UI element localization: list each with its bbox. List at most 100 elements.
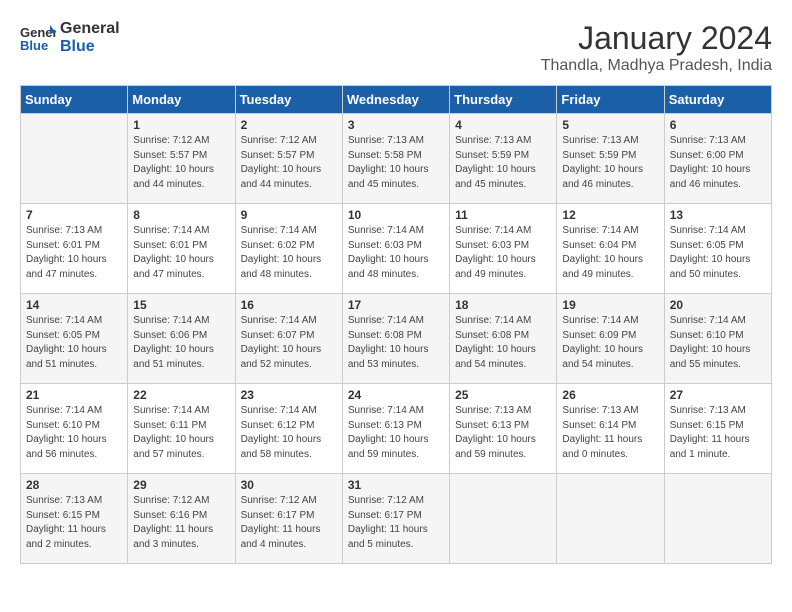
day-info: Sunrise: 7:14 AM Sunset: 6:13 PM Dayligh… (348, 404, 444, 462)
calendar-cell: 3 Sunrise: 7:13 AM Sunset: 5:58 PM Daylig… (342, 114, 449, 204)
day-info: Sunrise: 7:13 AM Sunset: 6:14 PM Dayligh… (562, 404, 658, 462)
day-info: Sunrise: 7:14 AM Sunset: 6:08 PM Dayligh… (455, 314, 551, 372)
day-info: Sunrise: 7:14 AM Sunset: 6:02 PM Dayligh… (241, 224, 337, 282)
calendar-cell: 31 Sunrise: 7:12 AM Sunset: 6:17 PM Dayli… (342, 474, 449, 564)
week-row-4: 21 Sunrise: 7:14 AM Sunset: 6:10 PM Dayli… (21, 384, 772, 474)
calendar-cell: 14 Sunrise: 7:14 AM Sunset: 6:05 PM Dayli… (21, 294, 128, 384)
calendar-cell: 19Sunrise: 7:14 AM Sunset: 6:09 PM Dayli… (557, 294, 664, 384)
day-info: Sunrise: 7:12 AM Sunset: 6:17 PM Dayligh… (241, 494, 337, 552)
day-info: Sunrise: 7:14 AM Sunset: 6:01 PM Dayligh… (133, 224, 229, 282)
day-number: 15 (133, 298, 229, 312)
calendar-cell: 26 Sunrise: 7:13 AM Sunset: 6:14 PM Dayli… (557, 384, 664, 474)
calendar-cell (664, 474, 771, 564)
day-info: Sunrise: 7:14 AM Sunset: 6:05 PM Dayligh… (26, 314, 122, 372)
day-number: 8 (133, 208, 229, 222)
calendar-cell: 5Sunrise: 7:13 AM Sunset: 5:59 PM Daylig… (557, 114, 664, 204)
day-number: 29 (133, 478, 229, 492)
day-number: 25 (455, 388, 551, 402)
day-info: Sunrise: 7:13 AM Sunset: 6:15 PM Dayligh… (26, 494, 122, 552)
day-info: Sunrise: 7:13 AM Sunset: 6:01 PM Dayligh… (26, 224, 122, 282)
logo-text-general: General (60, 20, 120, 38)
day-info: Sunrise: 7:13 AM Sunset: 6:13 PM Dayligh… (455, 404, 551, 462)
calendar-cell: 27 Sunrise: 7:13 AM Sunset: 6:15 PM Dayli… (664, 384, 771, 474)
column-header-monday: Monday (128, 86, 235, 114)
day-number: 2 (241, 118, 337, 132)
page-header: General Blue General Blue January 2024 T… (20, 20, 772, 75)
day-number: 7 (26, 208, 122, 222)
day-info: Sunrise: 7:14 AM Sunset: 6:07 PM Dayligh… (241, 314, 337, 372)
month-title: January 2024 (541, 20, 772, 57)
day-number: 3 (348, 118, 444, 132)
day-info: Sunrise: 7:13 AM Sunset: 5:58 PM Dayligh… (348, 134, 444, 192)
day-number: 13 (670, 208, 766, 222)
column-header-sunday: Sunday (21, 86, 128, 114)
day-info: Sunrise: 7:13 AM Sunset: 5:59 PM Dayligh… (562, 134, 658, 192)
day-number: 19 (562, 298, 658, 312)
day-number: 20 (670, 298, 766, 312)
day-number: 17 (348, 298, 444, 312)
calendar-cell: 10Sunrise: 7:14 AM Sunset: 6:03 PM Dayli… (342, 204, 449, 294)
week-row-1: 1 Sunrise: 7:12 AM Sunset: 5:57 PM Daylig… (21, 114, 772, 204)
calendar-cell: 9 Sunrise: 7:14 AM Sunset: 6:02 PM Daylig… (235, 204, 342, 294)
week-row-3: 14 Sunrise: 7:14 AM Sunset: 6:05 PM Dayli… (21, 294, 772, 384)
day-info: Sunrise: 7:14 AM Sunset: 6:06 PM Dayligh… (133, 314, 229, 372)
day-info: Sunrise: 7:13 AM Sunset: 5:59 PM Dayligh… (455, 134, 551, 192)
column-header-friday: Friday (557, 86, 664, 114)
day-number: 18 (455, 298, 551, 312)
day-number: 1 (133, 118, 229, 132)
day-info: Sunrise: 7:12 AM Sunset: 6:17 PM Dayligh… (348, 494, 444, 552)
week-row-5: 28 Sunrise: 7:13 AM Sunset: 6:15 PM Dayli… (21, 474, 772, 564)
day-number: 27 (670, 388, 766, 402)
day-number: 21 (26, 388, 122, 402)
title-block: January 2024 Thandla, Madhya Pradesh, In… (541, 20, 772, 75)
day-number: 9 (241, 208, 337, 222)
day-info: Sunrise: 7:13 AM Sunset: 6:15 PM Dayligh… (670, 404, 766, 462)
day-info: Sunrise: 7:14 AM Sunset: 6:10 PM Dayligh… (670, 314, 766, 372)
logo-text-blue: Blue (60, 38, 120, 56)
day-info: Sunrise: 7:14 AM Sunset: 6:12 PM Dayligh… (241, 404, 337, 462)
calendar-cell: 15 Sunrise: 7:14 AM Sunset: 6:06 PM Dayli… (128, 294, 235, 384)
day-info: Sunrise: 7:12 AM Sunset: 5:57 PM Dayligh… (133, 134, 229, 192)
day-number: 4 (455, 118, 551, 132)
calendar-cell (21, 114, 128, 204)
day-info: Sunrise: 7:14 AM Sunset: 6:03 PM Dayligh… (455, 224, 551, 282)
day-number: 16 (241, 298, 337, 312)
calendar-cell: 12 Sunrise: 7:14 AM Sunset: 6:04 PM Dayli… (557, 204, 664, 294)
day-number: 12 (562, 208, 658, 222)
day-info: Sunrise: 7:14 AM Sunset: 6:04 PM Dayligh… (562, 224, 658, 282)
day-number: 11 (455, 208, 551, 222)
calendar-header-row: SundayMondayTuesdayWednesdayThursdayFrid… (21, 86, 772, 114)
day-number: 26 (562, 388, 658, 402)
calendar-cell: 23 Sunrise: 7:14 AM Sunset: 6:12 PM Dayli… (235, 384, 342, 474)
calendar-table: SundayMondayTuesdayWednesdayThursdayFrid… (20, 85, 772, 564)
day-info: Sunrise: 7:14 AM Sunset: 6:10 PM Dayligh… (26, 404, 122, 462)
calendar-cell: 16 Sunrise: 7:14 AM Sunset: 6:07 PM Dayli… (235, 294, 342, 384)
day-number: 24 (348, 388, 444, 402)
column-header-saturday: Saturday (664, 86, 771, 114)
calendar-cell: 7 Sunrise: 7:13 AM Sunset: 6:01 PM Daylig… (21, 204, 128, 294)
day-number: 31 (348, 478, 444, 492)
day-number: 6 (670, 118, 766, 132)
calendar-cell: 29 Sunrise: 7:12 AM Sunset: 6:16 PM Dayli… (128, 474, 235, 564)
day-number: 22 (133, 388, 229, 402)
calendar-cell (450, 474, 557, 564)
calendar-cell: 24 Sunrise: 7:14 AM Sunset: 6:13 PM Dayli… (342, 384, 449, 474)
calendar-cell: 8 Sunrise: 7:14 AM Sunset: 6:01 PM Daylig… (128, 204, 235, 294)
day-number: 14 (26, 298, 122, 312)
svg-text:Blue: Blue (20, 38, 48, 53)
calendar-cell: 2 Sunrise: 7:12 AM Sunset: 5:57 PM Daylig… (235, 114, 342, 204)
location-subtitle: Thandla, Madhya Pradesh, India (541, 57, 772, 75)
day-number: 28 (26, 478, 122, 492)
calendar-cell: 4 Sunrise: 7:13 AM Sunset: 5:59 PM Daylig… (450, 114, 557, 204)
calendar-cell: 18 Sunrise: 7:14 AM Sunset: 6:08 PM Dayli… (450, 294, 557, 384)
calendar-cell: 20 Sunrise: 7:14 AM Sunset: 6:10 PM Dayli… (664, 294, 771, 384)
calendar-cell: 11 Sunrise: 7:14 AM Sunset: 6:03 PM Dayli… (450, 204, 557, 294)
calendar-cell: 17Sunrise: 7:14 AM Sunset: 6:08 PM Dayli… (342, 294, 449, 384)
day-number: 23 (241, 388, 337, 402)
day-info: Sunrise: 7:12 AM Sunset: 6:16 PM Dayligh… (133, 494, 229, 552)
column-header-tuesday: Tuesday (235, 86, 342, 114)
calendar-cell: 6Sunrise: 7:13 AM Sunset: 6:00 PM Daylig… (664, 114, 771, 204)
day-info: Sunrise: 7:14 AM Sunset: 6:11 PM Dayligh… (133, 404, 229, 462)
day-info: Sunrise: 7:12 AM Sunset: 5:57 PM Dayligh… (241, 134, 337, 192)
calendar-cell: 21 Sunrise: 7:14 AM Sunset: 6:10 PM Dayli… (21, 384, 128, 474)
